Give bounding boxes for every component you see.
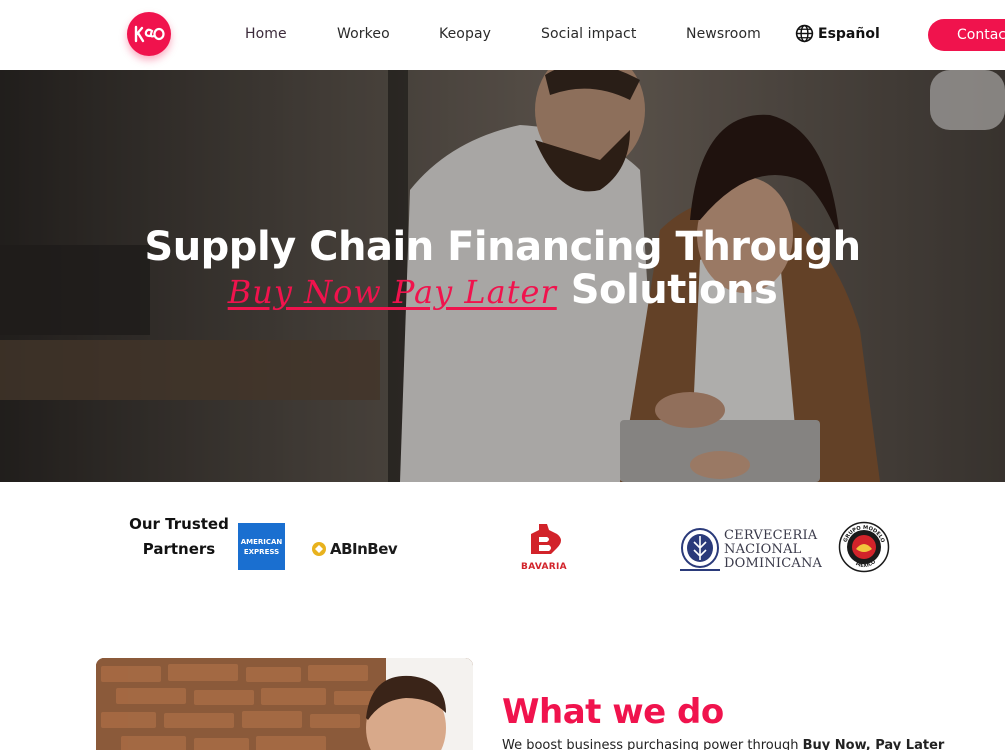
what-we-do-desc-bold: Buy Now, Pay Later (802, 738, 945, 750)
cnd-line-2: NACIONAL (724, 542, 802, 557)
grupo-modelo-logo: GRUPO MODELO MEXICO (838, 521, 890, 577)
hero-title-rest: Solutions (570, 267, 778, 313)
bavaria-text: BAVARIA (521, 562, 567, 572)
amex-logo: AMERICAN EXPRESS (238, 523, 285, 570)
abinbev-logo: ABInBev (311, 540, 398, 558)
hero-title: Supply Chain Financing Through (144, 224, 861, 270)
bavaria-mark-icon (531, 524, 561, 554)
keo-logo-icon[interactable] (127, 12, 171, 56)
bavaria-logo: BAVARIA (518, 522, 570, 572)
what-we-do-image (96, 658, 473, 750)
globe-icon (795, 24, 814, 43)
hero-highlight: Buy Now Pay Later (227, 273, 557, 311)
nav-workeo[interactable]: Workeo (337, 26, 390, 42)
partners-heading: Our Trusted Partners (129, 515, 229, 558)
what-we-do-description: We boost business purchasing power throu… (502, 738, 944, 750)
nav-social-impact[interactable]: Social impact (541, 26, 636, 42)
site-header: Home Workeo Keopay Social impact Newsroo… (0, 0, 1005, 70)
nav-keopay[interactable]: Keopay (439, 26, 491, 42)
cnd-line-3: DOMINICANA (724, 556, 823, 571)
nav-newsroom[interactable]: Newsroom (686, 26, 761, 42)
language-label: Español (818, 25, 880, 42)
nav-home[interactable]: Home (245, 26, 287, 42)
contact-button[interactable]: Contact (928, 19, 1005, 51)
hero-title-line2: Buy Now Pay Later Solutions (0, 268, 1005, 314)
abinbev-mark-icon (312, 542, 326, 556)
cnd-text: CERVECERIA NACIONAL DOMINICANA (724, 529, 822, 571)
cnd-line-1: CERVECERIA (724, 528, 818, 543)
what-we-do-title: What we do (502, 692, 724, 732)
cnd-logo: CERVECERIA NACIONAL DOMINICANA (680, 528, 822, 572)
what-we-do-desc-text: We boost business purchasing power throu… (502, 738, 803, 750)
language-switcher[interactable]: Español (795, 24, 880, 43)
abinbev-text: ABInBev (330, 540, 398, 558)
cnd-emblem-icon (680, 528, 720, 571)
